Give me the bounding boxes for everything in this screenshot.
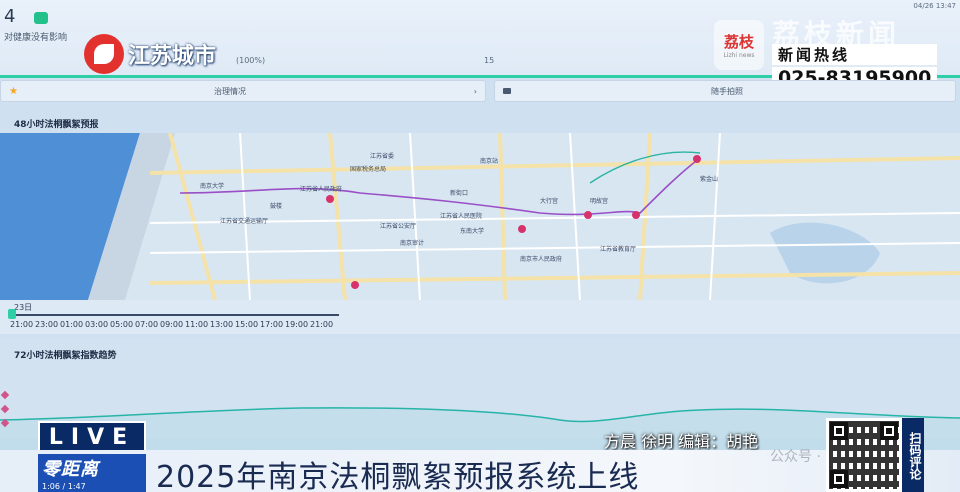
time-tick: 07:00: [135, 320, 159, 329]
map-label: 江苏省委: [370, 152, 394, 160]
map-label: 江苏省教育厅: [600, 245, 636, 253]
map-label: 明故宫: [590, 197, 608, 205]
credits: 方晨 徐明 编辑：胡艳: [604, 432, 759, 451]
map-pin-icon: [351, 281, 359, 289]
lizhi-logo-icon: 荔枝 Lizhi news: [714, 20, 764, 70]
qr-finder: [880, 422, 898, 440]
lizhi-logo-text: 荔枝: [723, 33, 754, 51]
show-name: 零距离: [42, 459, 99, 480]
forecast-48h-title: 48小时法桐飘絮预报: [14, 120, 99, 130]
map-pin-icon: [693, 155, 701, 163]
number-readout: 15: [484, 56, 495, 65]
photo-upload-label: 随手拍照: [711, 86, 743, 96]
map-pin-icon: [632, 211, 640, 219]
playback-clock: 1:06 / 1:47: [42, 482, 86, 491]
live-badge: LIVE: [38, 421, 146, 453]
time-ticks: 21:00 23:00 01:00 03:00 05:00 07:00 09:00 11:00…: [10, 320, 340, 332]
index-value: 4: [4, 6, 16, 27]
channel-logo: 江苏城市: [84, 34, 216, 74]
star-icon: ★: [9, 85, 18, 97]
channel-name: 江苏城市: [128, 44, 217, 69]
show-logo: 零距离 1:06 / 1:47: [38, 454, 146, 492]
control-row: ★ 治理情况 › 随手拍照: [0, 80, 960, 104]
lizhi-logo-subtext: Lizhi news: [723, 52, 755, 59]
map-label: 南京市人民政府: [520, 255, 562, 263]
map-canvas: 江苏省人民政府 江苏省委国家税务总局南京大学新街口大行宫江苏省人民医院 明故宫 紫金山…: [0, 133, 960, 300]
map-label: 国家税务总局: [350, 165, 386, 173]
qr-finder: [830, 470, 848, 488]
level-badge: [34, 12, 48, 24]
time-tick: 05:00: [110, 320, 134, 329]
camera-icon: [503, 88, 511, 94]
map-pin-icon: [518, 225, 526, 233]
time-tick: 03:00: [85, 320, 109, 329]
map-label: 江苏省人民医院: [440, 212, 482, 220]
map-label: 新街口: [450, 189, 468, 197]
time-tick: 15:00: [235, 320, 259, 329]
qr-finder: [830, 422, 848, 440]
map-label: 江苏省人民政府: [300, 185, 342, 193]
percent-readout: (100%): [236, 56, 266, 65]
scan-comment-label: 扫码评论: [902, 418, 924, 492]
map-pin-icon: [326, 195, 334, 203]
day-label: 23日: [14, 303, 33, 312]
time-tick: 13:00: [210, 320, 234, 329]
map-label: 大行宫: [540, 197, 558, 205]
time-tick: 09:00: [160, 320, 184, 329]
major-roads: [149, 133, 960, 300]
map-label: 东南大学: [460, 227, 484, 235]
timeline-track[interactable]: [14, 314, 339, 316]
jscity-logo-icon: [84, 34, 124, 74]
time-tick: 01:00: [60, 320, 84, 329]
qr-code-icon[interactable]: [826, 418, 902, 492]
map-label: 江苏省公安厅: [380, 222, 416, 230]
time-tick: 17:00: [260, 320, 284, 329]
map-label: 南京站: [480, 157, 498, 165]
governance-selector[interactable]: ★ 治理情况 ›: [0, 80, 486, 102]
time-tick: 21:00: [310, 320, 334, 329]
map-label: 南京大学: [200, 182, 224, 190]
metro-line: [589, 151, 701, 184]
map-label: 南京审计: [400, 239, 424, 247]
health-note: 对健康没有影响: [4, 33, 68, 43]
chevron-right-icon: ›: [473, 86, 477, 96]
map-label: 江苏省交通运输厅: [220, 217, 268, 225]
headline: 2025年南京法桐飘絮预报系统上线: [156, 460, 640, 492]
governance-label: 治理情况: [213, 86, 246, 96]
time-tick: 21:00: [10, 320, 34, 329]
hotline-label: 新闻热线: [772, 44, 938, 65]
forecast-map[interactable]: 江苏省人民政府 江苏省委国家税务总局南京大学新街口大行宫江苏省人民医院 明故宫 紫金山…: [0, 133, 960, 300]
timeline-handle[interactable]: [8, 309, 16, 319]
map-label: 鼓楼: [270, 202, 282, 210]
time-tick: 23:00: [35, 320, 59, 329]
map-label: 紫金山: [700, 175, 718, 183]
time-tick: 11:00: [185, 320, 209, 329]
time-tick: 19:00: [285, 320, 309, 329]
photo-upload-button[interactable]: 随手拍照: [494, 80, 956, 102]
map-pin-icon: [584, 211, 592, 219]
news-brand: 荔枝 Lizhi news 荔枝新闻 新闻热线 025-83195900: [714, 20, 938, 89]
timestamp: 04/26 13:47: [913, 2, 956, 10]
